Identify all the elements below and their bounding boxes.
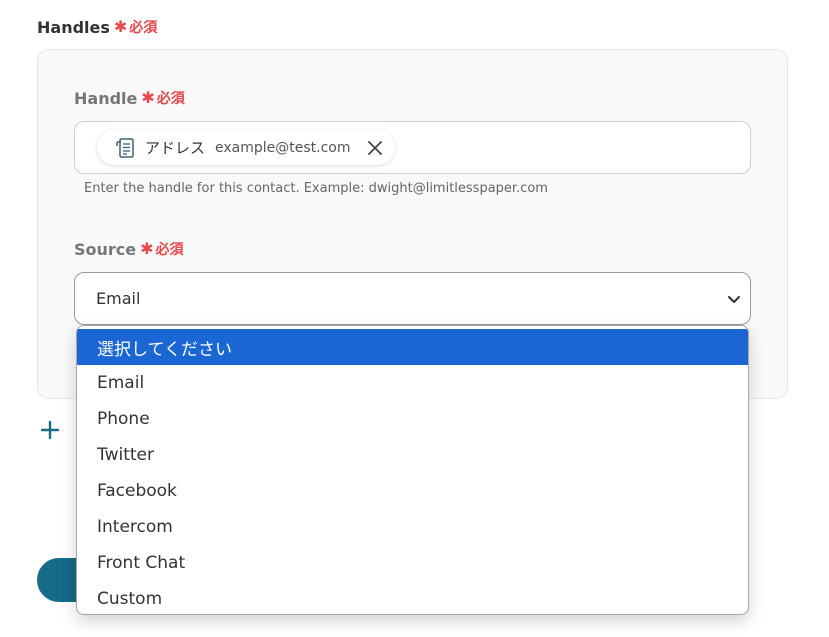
source-select[interactable]: Email <box>74 272 751 325</box>
source-label-text: Source <box>74 239 137 259</box>
chip-value: example@test.com <box>215 139 351 156</box>
chevron-down-icon <box>726 291 742 307</box>
required-asterisk-icon: ✱ <box>140 239 154 258</box>
required-badge: ✱ 必須 <box>140 239 183 259</box>
handle-label-text: Handle <box>74 88 138 108</box>
handle-hint: Enter the handle for this contact. Examp… <box>84 181 548 196</box>
required-asterisk-icon: ✱ <box>141 88 155 107</box>
option-intercom[interactable]: Intercom <box>77 509 748 545</box>
required-badge: ✱ 必須 <box>141 88 184 108</box>
page: Handles ✱ 必須 Handle ✱ 必須 アドレス example@te… <box>0 0 829 637</box>
option-custom[interactable]: Custom <box>77 581 748 614</box>
handles-section-label: Handles ✱ 必須 <box>37 17 157 37</box>
required-text: 必須 <box>129 20 158 36</box>
source-field-label: Source ✱ 必須 <box>74 239 184 259</box>
handles-label-text: Handles <box>37 17 110 37</box>
option-front-chat[interactable]: Front Chat <box>77 545 748 581</box>
form-field-icon <box>115 136 137 160</box>
required-text: 必須 <box>155 242 184 258</box>
source-options-list[interactable]: 選択してください Email Phone Twitter Facebook In… <box>76 325 749 615</box>
handle-input[interactable]: アドレス example@test.com <box>74 121 751 174</box>
option-facebook[interactable]: Facebook <box>77 473 748 509</box>
handle-value-chip[interactable]: アドレス example@test.com <box>97 130 395 165</box>
required-asterisk-icon: ✱ <box>113 17 128 36</box>
close-icon[interactable] <box>365 138 385 158</box>
option-twitter[interactable]: Twitter <box>77 437 748 473</box>
plus-icon[interactable] <box>40 420 60 440</box>
required-badge: ✱ 必須 <box>114 17 157 37</box>
option-phone[interactable]: Phone <box>77 401 748 437</box>
option-placeholder[interactable]: 選択してください <box>77 329 748 365</box>
option-email[interactable]: Email <box>77 365 748 401</box>
required-text: 必須 <box>156 91 185 107</box>
source-selected-value: Email <box>96 289 141 308</box>
handle-field-label: Handle ✱ 必須 <box>74 88 185 108</box>
chip-label: アドレス <box>145 139 206 157</box>
